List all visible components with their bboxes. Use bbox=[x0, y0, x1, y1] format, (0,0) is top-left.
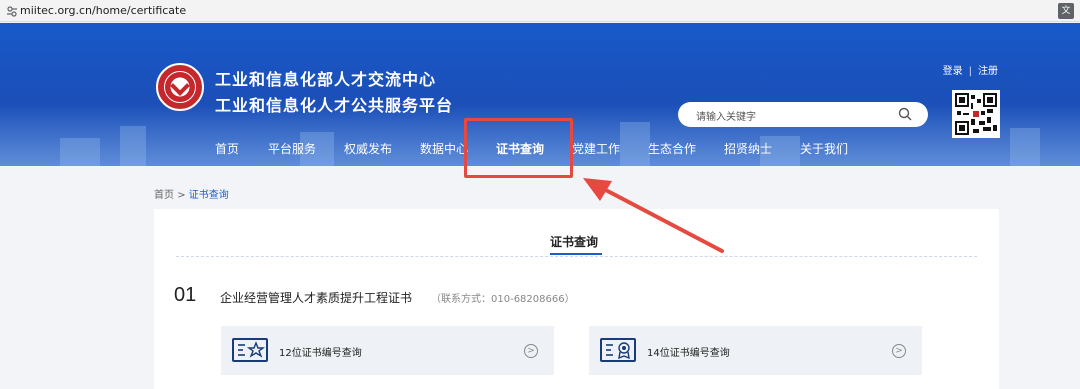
arrow-right-circle-icon: > bbox=[892, 344, 906, 358]
certificate-name: 企业经营管理人才素质提升工程证书 bbox=[220, 291, 413, 305]
site-title-line2: 工业和信息化人才公共服务平台 bbox=[215, 96, 454, 115]
search-input[interactable]: 请输入关键字 bbox=[696, 108, 756, 123]
browser-url-bar[interactable]: miitec.org.cn/home/certificate 文 bbox=[0, 0, 1080, 22]
certificate-panel: 证书查询 01 企业经营管理人才素质提升工程证书 （联系方式：010-68208… bbox=[154, 209, 999, 389]
query-14-digit-label: 14位证书编号查询 bbox=[647, 348, 730, 359]
query-12-digit-button[interactable]: 12位证书编号查询 > bbox=[221, 326, 554, 375]
item-number: 01 bbox=[174, 284, 197, 306]
center-logo[interactable] bbox=[156, 63, 204, 111]
breadcrumb: 首页 > 证书查询 bbox=[154, 186, 229, 201]
nav-item-platform-services[interactable]: 平台服务 bbox=[268, 140, 316, 157]
translate-icon[interactable]: 文 bbox=[1058, 3, 1074, 19]
query-14-digit-button[interactable]: 14位证书编号查询 > bbox=[589, 326, 922, 375]
search-box[interactable]: 请输入关键字 bbox=[678, 102, 928, 127]
certificate-contact: （联系方式：010-68208666） bbox=[431, 294, 575, 305]
arrow-right-circle-icon: > bbox=[524, 344, 538, 358]
url-text[interactable]: miitec.org.cn/home/certificate bbox=[20, 4, 186, 17]
breadcrumb-home[interactable]: 首页 bbox=[154, 190, 174, 201]
nav-item-releases[interactable]: 权威发布 bbox=[344, 140, 392, 157]
annotation-highlight-box bbox=[464, 118, 573, 178]
section-title: 证书查询 bbox=[550, 235, 599, 249]
account-links: 登录 | 注册 bbox=[943, 62, 998, 77]
nav-item-home[interactable]: 首页 bbox=[215, 140, 239, 157]
qr-code-image bbox=[952, 90, 1000, 138]
query-12-digit-label: 12位证书编号查询 bbox=[279, 348, 362, 359]
certificate-medal-icon bbox=[600, 338, 636, 362]
nav-item-data-center[interactable]: 数据中心 bbox=[420, 140, 468, 157]
search-icon[interactable] bbox=[898, 107, 912, 121]
breadcrumb-current: 证书查询 bbox=[188, 190, 229, 201]
nav-item-about[interactable]: 关于我们 bbox=[800, 140, 848, 157]
nav-item-ecosystem[interactable]: 生态合作 bbox=[648, 140, 696, 157]
link-separator: | bbox=[968, 66, 972, 77]
register-link[interactable]: 注册 bbox=[978, 66, 998, 77]
certificate-star-icon bbox=[232, 338, 268, 362]
breadcrumb-separator: > bbox=[177, 190, 186, 201]
site-settings-icon[interactable] bbox=[6, 5, 18, 17]
divider bbox=[176, 256, 977, 257]
site-title-line1: 工业和信息化部人才交流中心 bbox=[215, 70, 437, 89]
nav-item-careers[interactable]: 招贤纳士 bbox=[724, 140, 772, 157]
section-title-underline bbox=[550, 253, 602, 255]
nav-item-party-building[interactable]: 党建工作 bbox=[572, 140, 620, 157]
login-link[interactable]: 登录 bbox=[943, 66, 963, 77]
